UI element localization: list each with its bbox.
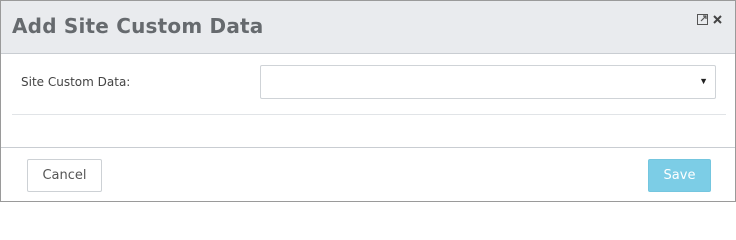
save-button[interactable]: Save — [648, 159, 711, 192]
close-icon[interactable] — [712, 12, 723, 24]
chevron-down-icon: ▼ — [699, 76, 708, 86]
site-custom-data-label: Site Custom Data: — [21, 75, 131, 89]
expand-icon[interactable] — [697, 12, 708, 25]
cancel-button[interactable]: Cancel — [27, 159, 102, 192]
site-custom-data-select[interactable]: ▼ — [260, 65, 716, 99]
dialog-title: Add Site Custom Data — [12, 14, 264, 38]
form-divider — [12, 114, 726, 115]
header-controls — [697, 12, 723, 25]
dialog-footer: Cancel Save — [1, 147, 735, 201]
add-site-custom-data-dialog: Add Site Custom Data Site Custom Data: ▼… — [0, 0, 736, 202]
dialog-body: Site Custom Data: ▼ — [1, 55, 735, 147]
dialog-header: Add Site Custom Data — [1, 1, 735, 54]
